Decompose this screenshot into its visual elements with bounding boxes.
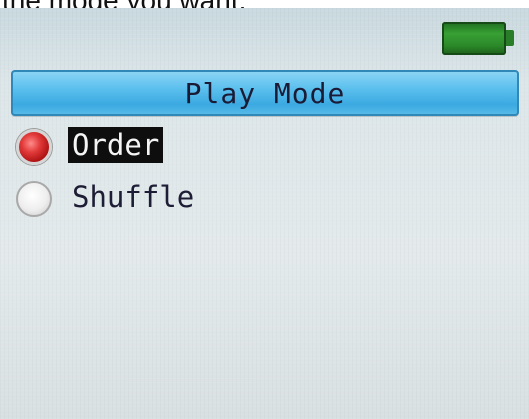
radio-selected-icon[interactable] [16,129,52,165]
battery-terminal [506,30,514,46]
menu-item-label: Shuffle [72,180,195,214]
device-screen: Play Mode Order Shuffle [0,8,529,419]
battery-icon [442,22,506,55]
menu-item-shuffle[interactable]: Shuffle [14,176,314,220]
menu-item-label: Order [68,127,164,163]
menu-item-order[interactable]: Order [14,124,314,168]
page-title: Play Mode [184,77,346,110]
radio-unselected-icon[interactable] [16,181,52,217]
title-bar: Play Mode [11,70,519,116]
